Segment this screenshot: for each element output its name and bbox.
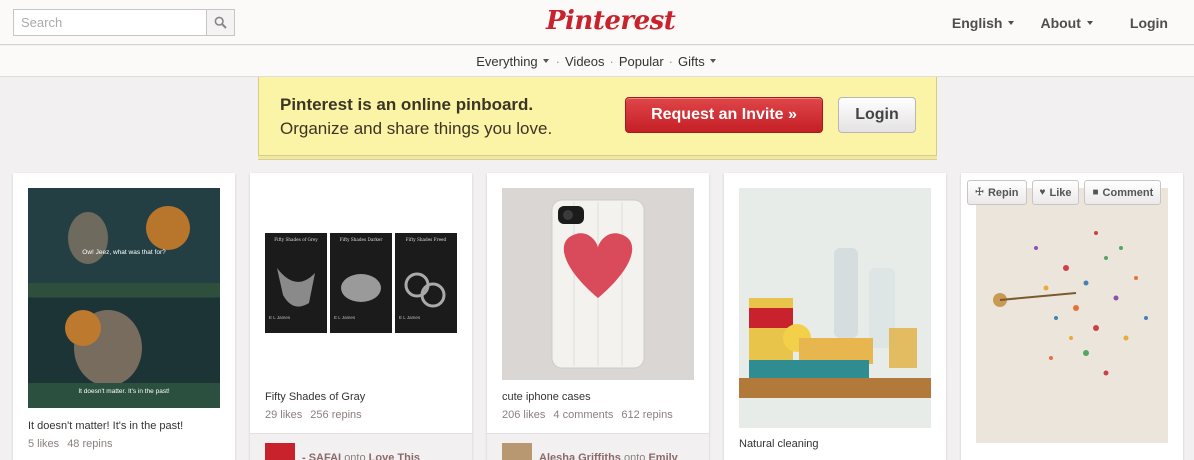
invite-banner: Pinterest is an online pinboard. Organiz… [258,77,937,156]
language-label: English [951,14,1003,31]
pin-card[interactable]: cute iphone cases 206 likes 4 comments 612… [487,173,709,460]
onto-label: onto [344,452,366,460]
book-author: E L James [334,315,356,320]
book-author: E L James [269,315,291,320]
pin-image[interactable] [502,188,694,380]
search-input[interactable] [14,10,206,35]
like-label: Like [1049,186,1072,199]
chevron-down-icon [1086,20,1093,25]
banner-subline: Organize and share things you love. [280,119,553,138]
book-author: E L James [399,315,421,320]
speech-bubble-icon: ■ [1092,187,1099,198]
book-title: Fifty Shades Freed [406,237,447,242]
pin-card[interactable]: Ow! Jeez, what was that for? It doesn't … [13,173,235,460]
likes-count: 5 likes [28,438,60,450]
pinner-name[interactable]: - SAFAI [302,452,341,460]
pin-card[interactable]: Natural cleaning [724,173,946,460]
pinner-name[interactable]: Alesha Griffiths [539,452,621,460]
search-button[interactable] [206,10,234,35]
lion-king-image: Ow! Jeez, what was that for? It doesn't … [28,188,220,408]
top-nav: English About Login [939,0,1194,45]
banner-text: Pinterest is an online pinboard. Organiz… [280,93,552,141]
about-menu[interactable]: About [1027,0,1110,45]
nav-popular[interactable]: Popular [619,54,664,69]
pin-attribution: - SAFAI onto Love This [250,433,472,460]
repins-count: 612 repins [621,409,673,421]
search-box [13,9,235,36]
pin-card[interactable] [961,173,1183,460]
about-label: About [1040,14,1081,31]
repins-count: 256 repins [310,409,362,421]
comment-label: Comment [1102,186,1154,199]
pin-stats: 206 likes 4 comments 612 repins [502,409,681,421]
comments-count: 4 comments [553,409,614,421]
pin-stats: 5 likes 48 repins [28,438,120,450]
book-covers-image: Fifty Shades of Grey Fifty Shades Darker… [265,233,457,333]
header-bar: Pinterest English About Login [0,0,1194,45]
pin-description: Natural cleaning [739,438,819,450]
comment-button[interactable]: ■ Comment [1084,180,1162,205]
banner-login-button[interactable]: Login [838,97,916,133]
avatar[interactable] [502,443,532,460]
banner-headline: Pinterest is an online pinboard. [280,95,534,114]
likes-count: 29 likes [265,409,303,421]
like-button[interactable]: ♥ Like [1031,180,1080,205]
heart-icon: ♥ [1039,187,1046,198]
nav-videos[interactable]: Videos [565,54,605,69]
nav-separator: · [668,53,674,69]
avatar[interactable] [265,443,295,460]
attribution-text: - SAFAI onto Love This [302,452,420,460]
board-name[interactable]: Love This [369,452,420,460]
paper-explosion-art-image [976,188,1168,443]
pin-description: cute iphone cases [502,391,591,403]
book-title: Fifty Shades Darker [340,237,383,242]
board-name[interactable]: Emily [648,452,677,460]
pin-attribution: Alesha Griffiths onto Emily [487,433,709,460]
nav-separator: · [555,53,560,69]
pin-card[interactable]: Fifty Shades of Grey Fifty Shades Darker… [250,173,472,460]
nav-separator: · [609,53,614,69]
likes-count: 206 likes [502,409,546,421]
image-caption-bottom: It doesn't matter. It's in the past! [78,388,170,395]
iphone-case-image [551,199,645,369]
pushpin-icon: ☩ [975,187,984,198]
repins-count: 48 repins [67,438,113,450]
pin-description: It doesn't matter! It's in the past! [28,420,184,432]
onto-label: onto [623,452,646,460]
chevron-down-icon [709,59,716,63]
attribution-text: Alesha Griffiths onto Emily [539,452,678,460]
pin-image[interactable] [976,188,1168,443]
request-invite-button[interactable]: Request an Invite » [625,97,823,133]
pinterest-logo[interactable]: Pinterest [546,4,676,38]
chevron-down-icon [1008,20,1015,25]
chevron-down-icon [542,59,549,63]
cleaning-supplies-image [739,188,931,428]
pin-image[interactable]: Ow! Jeez, what was that for? It doesn't … [28,188,220,408]
pin-image[interactable] [739,188,931,428]
pin-image[interactable]: Fifty Shades of Grey Fifty Shades Darker… [265,233,457,333]
pin-description: Fifty Shades of Gray [265,391,366,403]
category-nav: Everything · Videos · Popular · Gifts [0,46,1194,77]
search-icon [214,16,227,29]
book-title: Fifty Shades of Grey [274,237,318,242]
repin-button[interactable]: ☩ Repin [967,180,1027,205]
pin-action-buttons: ☩ Repin ♥ Like ■ Comment [967,180,1166,206]
image-caption-top: Ow! Jeez, what was that for? [82,249,166,256]
pin-stats: 29 likes 256 repins [265,409,370,421]
nav-gifts[interactable]: Gifts [678,54,705,69]
repin-label: Repin [987,186,1019,199]
nav-everything[interactable]: Everything [476,54,537,69]
login-link[interactable]: Login [1111,0,1194,45]
language-menu[interactable]: English [939,0,1028,45]
